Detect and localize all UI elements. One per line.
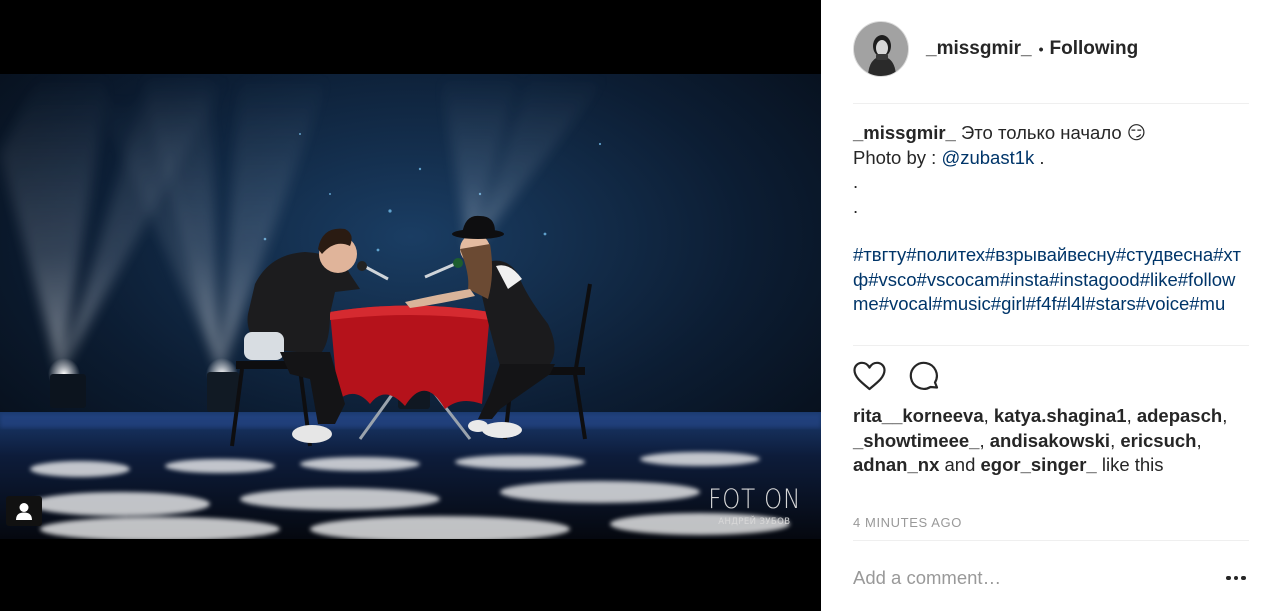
comma: ,	[1126, 405, 1132, 426]
comma: ,	[1110, 429, 1116, 451]
likes-summary: rita__korneeva, katya.shagina1, adepasch…	[853, 404, 1249, 478]
comment-icon	[909, 361, 939, 390]
like-this-suffix: like this	[1101, 454, 1164, 475]
liker-link[interactable]: _showtimeee_	[853, 430, 979, 451]
stage-photo-image	[0, 74, 821, 539]
post-header: _missgmir_ • Following	[853, 21, 1249, 77]
photographer-mention[interactable]: @zubast1k	[941, 147, 1034, 168]
photo-by-label: Photo by :	[853, 146, 937, 168]
more-options-icon	[1241, 575, 1246, 581]
comment-input[interactable]	[853, 567, 1193, 589]
user-tag-icon	[16, 503, 32, 520]
caption-line-2: Photo by : @zubast1k .	[853, 146, 1249, 171]
avatar[interactable]	[853, 21, 909, 77]
more-options-icon	[1226, 575, 1231, 581]
liker-link[interactable]: adepasch	[1137, 405, 1222, 426]
comma: ,	[979, 429, 985, 451]
like-button[interactable]	[853, 360, 887, 392]
emoji-smirk: 😏	[1126, 122, 1147, 143]
photo-by-suffix: .	[1039, 146, 1045, 168]
media-viewer: FOT ON АНДРЕЙ ЗУБОВ	[0, 0, 821, 611]
post-photo[interactable]	[0, 74, 821, 539]
liker-link[interactable]: ericsuch	[1120, 430, 1196, 451]
separator-dot: •	[1038, 41, 1044, 57]
comment-divider	[853, 540, 1249, 541]
liker-link[interactable]: andisakowski	[990, 430, 1110, 451]
comma: ,	[983, 405, 989, 426]
comma: ,	[1222, 405, 1228, 426]
user-tag-button[interactable]	[6, 496, 42, 526]
comma: ,	[1196, 429, 1202, 451]
caption-line-1: _missgmir_ Это только начало 😏	[853, 121, 1249, 146]
post-timestamp[interactable]: 4 MINUTES AGO	[853, 515, 962, 530]
header-divider	[853, 103, 1249, 104]
caption-divider	[853, 345, 1249, 346]
more-options-icon	[1233, 575, 1239, 581]
more-options-button[interactable]	[1223, 568, 1249, 588]
username-link[interactable]: _missgmir_	[926, 38, 1032, 60]
comment-row	[853, 563, 1249, 593]
liker-link[interactable]: rita__korneeva	[853, 405, 984, 426]
liker-link[interactable]: egor_singer_	[981, 454, 1097, 475]
post-caption: _missgmir_ Это только начало 😏 Photo by …	[853, 121, 1249, 317]
caption-dot-line: .	[853, 195, 859, 217]
liker-link[interactable]: adnan_nx	[853, 454, 939, 475]
avatar-image	[854, 22, 908, 76]
comment-button[interactable]	[909, 360, 943, 392]
and-word: and	[944, 454, 976, 475]
photographer-watermark: FOT ON АНДРЕЙ ЗУБОВ	[700, 484, 809, 528]
caption-dot-line: .	[853, 171, 859, 192]
post-sidebar: _missgmir_ • Following _missgmir_ Это то…	[821, 0, 1280, 611]
watermark-credit: АНДРЕЙ ЗУБОВ	[718, 517, 791, 527]
caption-username[interactable]: _missgmir_	[853, 122, 956, 143]
watermark-logo: FOT ON	[707, 484, 801, 515]
caption-text: Это только начало	[960, 122, 1122, 143]
header-text: _missgmir_ • Following	[926, 38, 1138, 60]
following-button[interactable]: Following	[1050, 38, 1139, 60]
liker-link[interactable]: katya.shagina1	[994, 405, 1127, 426]
hashtags[interactable]: #твгту#политех#взрывайвесну#студвесна#хт…	[853, 243, 1249, 317]
heart-icon	[853, 361, 886, 391]
post-actions	[853, 360, 943, 392]
